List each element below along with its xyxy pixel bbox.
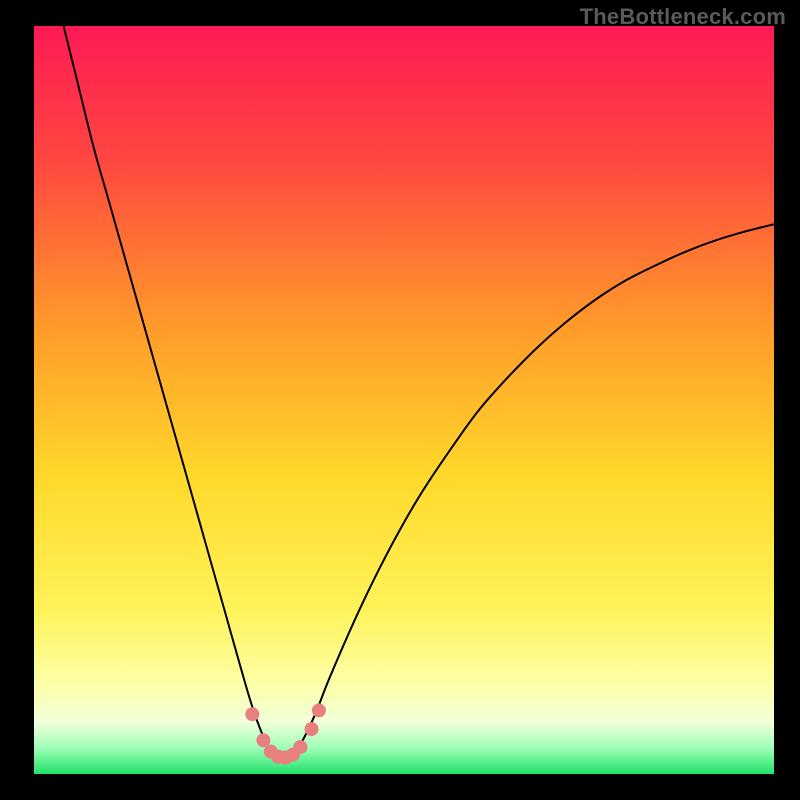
data-point	[312, 703, 326, 717]
chart-frame: TheBottleneck.com	[0, 0, 800, 800]
watermark-text: TheBottleneck.com	[580, 4, 786, 30]
data-point	[245, 707, 259, 721]
data-point	[305, 722, 319, 736]
data-point	[293, 740, 307, 754]
bottleneck-plot	[34, 26, 774, 774]
gradient-background	[34, 26, 774, 774]
